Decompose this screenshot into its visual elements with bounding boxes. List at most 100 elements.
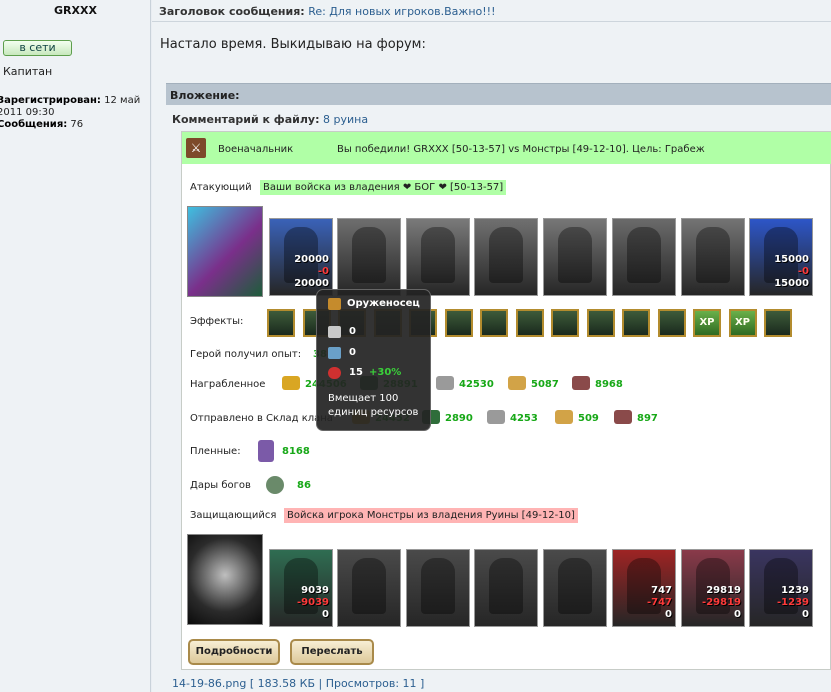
attacker-unit[interactable]: 15000 -0 15000 xyxy=(749,218,813,296)
unit-count: 0 xyxy=(665,609,672,620)
unit-count: 20000 xyxy=(294,254,329,265)
unit-count: 747 xyxy=(651,585,672,596)
effect-icon[interactable] xyxy=(586,309,615,337)
unit-count: 1239 xyxy=(781,585,809,596)
registered-label: Зарегистрирован: xyxy=(0,95,101,106)
unit-count: -0 xyxy=(317,266,329,277)
attacker-unit[interactable] xyxy=(543,218,607,296)
unit-figure-icon xyxy=(558,227,592,283)
details-button[interactable]: Подробности xyxy=(188,639,280,665)
brick-icon xyxy=(614,410,632,424)
attacker-unit[interactable] xyxy=(337,218,401,296)
author-username[interactable]: GRXXX xyxy=(0,4,151,17)
author-rank: Капитан xyxy=(3,65,53,78)
exp-label: Герой получил опыт: xyxy=(190,349,302,360)
defender-unit[interactable] xyxy=(543,549,607,627)
effects-label: Эффекты: xyxy=(190,316,244,327)
brick-icon xyxy=(572,376,590,390)
tooltip-health: 15 xyxy=(349,367,363,378)
attacker-unit[interactable]: 20000 -0 20000 xyxy=(269,218,333,296)
post-body: Заголовок сообщения: Re: Для новых игрок… xyxy=(152,0,831,692)
posts-value: 76 xyxy=(70,119,84,130)
posts-label: Сообщения: xyxy=(0,119,68,130)
attacker-unit[interactable] xyxy=(612,218,676,296)
gift-orb-icon xyxy=(266,476,284,494)
subject-label: Заголовок сообщения: xyxy=(159,5,305,18)
unit-count: -1239 xyxy=(777,597,809,608)
unit-count: -747 xyxy=(646,597,672,608)
effect-icon[interactable]: XP xyxy=(693,309,721,337)
unit-count: 15000 xyxy=(774,278,809,289)
unit-count: -0 xyxy=(797,266,809,277)
file-info: 14-19-86.png [ 183.58 КБ | Просмотров: 1… xyxy=(172,677,425,690)
effect-icon[interactable] xyxy=(551,309,579,337)
forward-button[interactable]: Переслать xyxy=(290,639,374,665)
victory-banner: ⚔ Военачальник Вы победили! GRXXX [50-13… xyxy=(182,132,831,164)
battle-report-image[interactable]: ⚔ Военачальник Вы победили! GRXXX [50-13… xyxy=(181,131,831,670)
effect-icon[interactable] xyxy=(480,309,508,337)
attacker-unit[interactable] xyxy=(681,218,745,296)
unit-figure-icon xyxy=(489,227,523,283)
effect-icon[interactable]: XP xyxy=(728,309,757,337)
unit-count: -29819 xyxy=(702,597,741,608)
resource-value: 5087 xyxy=(531,379,559,390)
post-text: Настало время. Выкидываю на форум: xyxy=(160,37,426,52)
unit-count: 29819 xyxy=(706,585,741,596)
author-profile: GRXXX в сети Капитан Зарегистрирован: 12… xyxy=(0,0,151,692)
attacker-tag: Ваши войска из владения ❤ БОГ ❤ [50-13-5… xyxy=(260,180,507,195)
defender-unit[interactable]: 29819 -29819 0 xyxy=(681,549,745,627)
effect-icon[interactable] xyxy=(764,309,792,337)
attacker-unit[interactable] xyxy=(406,218,470,296)
attachment-header: Вложение: xyxy=(166,83,831,105)
captives-label: Пленные: xyxy=(190,446,241,457)
tooltip-health-bonus: +30% xyxy=(369,367,402,378)
gifts-label: Дары богов xyxy=(190,480,251,491)
resource-value: 509 xyxy=(578,413,599,424)
effect-icon[interactable] xyxy=(515,309,544,337)
resource-value: 42530 xyxy=(459,379,494,390)
defender-unit[interactable]: 1239 -1239 0 xyxy=(749,549,813,627)
captive-icon xyxy=(258,440,274,462)
ore-icon xyxy=(436,376,454,390)
unit-figure-icon xyxy=(558,558,592,614)
unit-count: 0 xyxy=(734,609,741,620)
defender-tag: Войска игрока Монстры из владения Руины … xyxy=(284,508,578,523)
shield-icon xyxy=(328,347,341,359)
wheat-icon xyxy=(508,376,526,390)
tooltip-attack: 0 xyxy=(349,326,356,337)
defender-unit[interactable]: 747 -747 0 xyxy=(612,549,676,627)
tooltip-defense: 0 xyxy=(349,347,356,358)
sent-label: Отправлено в Склад клана xyxy=(190,413,333,424)
resource-value: 897 xyxy=(637,413,658,424)
effect-icon[interactable] xyxy=(444,309,473,337)
defender-unit[interactable]: 9039 -9039 0 xyxy=(269,549,333,627)
effect-icon[interactable] xyxy=(622,309,650,337)
effect-icon[interactable] xyxy=(657,309,686,337)
attacker-unit[interactable] xyxy=(474,218,538,296)
sword-icon: ⚔ xyxy=(186,138,206,158)
defender-unit[interactable] xyxy=(406,549,470,627)
tooltip-title: Оруженосец xyxy=(347,298,420,309)
unit-count: 9039 xyxy=(301,585,329,596)
resource-value: 2890 xyxy=(445,413,473,424)
battle-result: Вы победили! GRXXX [50-13-57] vs Монстры… xyxy=(337,144,705,155)
defender-unit[interactable] xyxy=(337,549,401,627)
author-stats: Зарегистрирован: 12 май 2011 09:30 Сообщ… xyxy=(0,95,152,131)
unit-figure-icon xyxy=(421,227,455,283)
unit-count: 15000 xyxy=(774,254,809,265)
unit-figure-icon xyxy=(421,558,455,614)
loot-label: Награбленное xyxy=(190,379,266,390)
defender-unit[interactable] xyxy=(474,549,538,627)
ore-icon xyxy=(487,410,505,424)
gifts-value: 86 xyxy=(297,480,311,491)
unit-figure-icon xyxy=(352,227,386,283)
defender-label: Защищающийся xyxy=(190,510,277,521)
attacker-hero-portrait xyxy=(187,206,263,297)
attachment-comment: Комментарий к файлу: 8 руина xyxy=(172,113,368,126)
unit-count: -9039 xyxy=(297,597,329,608)
unit-count: 0 xyxy=(322,609,329,620)
attacker-label: Атакующий xyxy=(190,182,252,193)
captives-value: 8168 xyxy=(282,446,310,457)
effect-icon[interactable] xyxy=(267,309,295,337)
subject-link[interactable]: Re: Для новых игроков.Важно!!! xyxy=(308,5,495,18)
